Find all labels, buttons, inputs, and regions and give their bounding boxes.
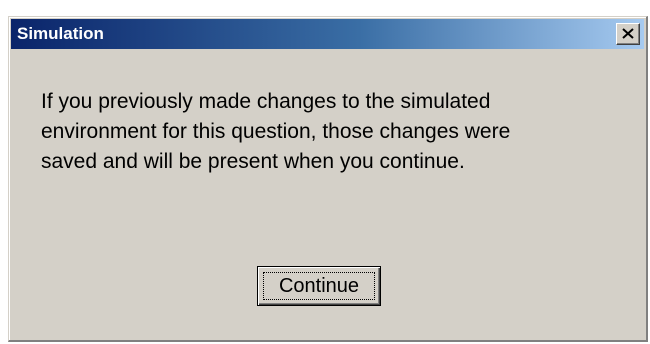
message-line-2: environment for this question, those cha… [41, 120, 511, 143]
close-button[interactable] [616, 23, 640, 45]
window-title: Simulation [17, 24, 104, 43]
title-bar[interactable]: Simulation [11, 19, 644, 49]
close-icon [622, 28, 634, 39]
message-line-1: If you previously made changes to the si… [41, 90, 491, 113]
continue-button-label: Continue [278, 275, 360, 297]
simulation-dialog: Simulation If you previously made change… [8, 16, 648, 342]
continue-button[interactable]: Continue [257, 266, 381, 306]
message-line-3: saved and will be present when you conti… [41, 150, 465, 173]
dialog-message: If you previously made changes to the si… [41, 87, 631, 177]
